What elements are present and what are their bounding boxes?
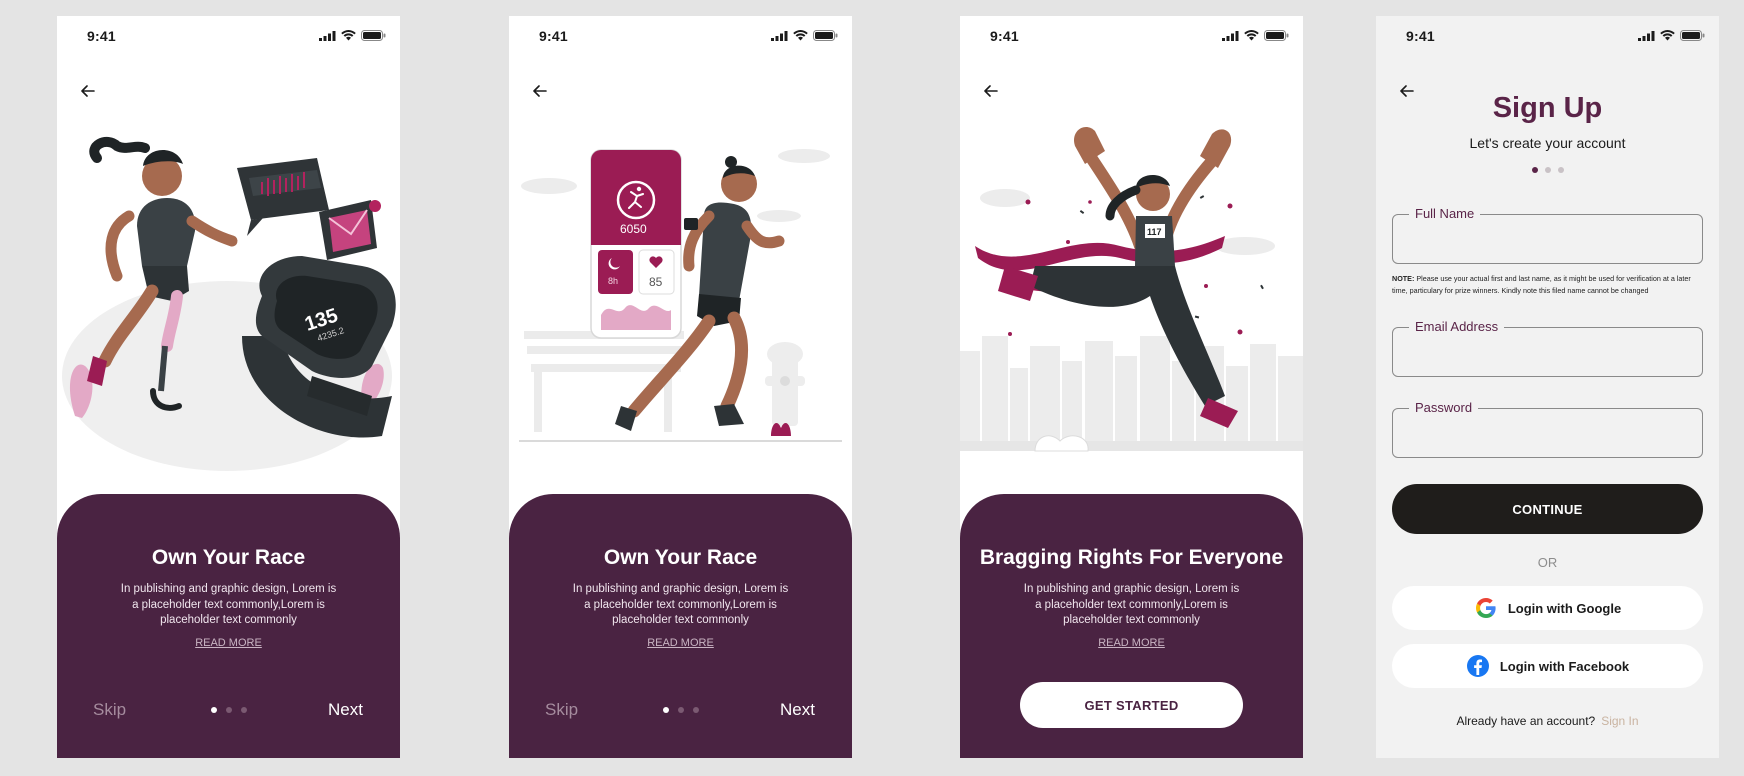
google-icon xyxy=(1475,598,1496,618)
read-more-link[interactable]: READ MORE xyxy=(509,637,852,649)
heart-rate: 85 xyxy=(649,275,663,289)
password-input[interactable] xyxy=(1405,417,1690,449)
onboarding-body: In publishing and graphic design, Lorem … xyxy=(572,583,789,626)
note-label: NOTE: xyxy=(1392,274,1415,283)
status-time: 9:41 xyxy=(87,28,116,44)
signal-icon xyxy=(1222,30,1239,41)
or-divider: OR xyxy=(1537,555,1558,570)
back-button[interactable] xyxy=(980,80,1002,102)
page-dot xyxy=(692,707,699,713)
onboarding-screen-2: 9:41 6050 8h 85 Own Your Race In publish… xyxy=(509,16,852,758)
next-button[interactable]: Next xyxy=(780,700,815,720)
page-indicator xyxy=(662,707,699,713)
info-sheet: Bragging Rights For Everyone In publishi… xyxy=(960,494,1303,758)
facebook-login-label: Login with Facebook xyxy=(1499,658,1630,674)
onboarding-title: Bragging Rights For Everyone xyxy=(979,546,1284,569)
read-more-link[interactable]: READ MORE xyxy=(57,637,400,649)
onboarding-screen-1: 9:41 135 4235.2 Own Your Race In publish… xyxy=(57,16,400,758)
email-field[interactable]: Email Address xyxy=(1392,319,1703,377)
info-sheet: Own Your Race In publishing and graphic … xyxy=(509,494,852,758)
read-more-link[interactable]: READ MORE xyxy=(960,637,1303,649)
race-bib: 117 xyxy=(1147,227,1162,237)
status-time: 9:41 xyxy=(1406,28,1435,44)
note-text: Please use your actual first and last na… xyxy=(1392,274,1691,295)
status-icons xyxy=(319,30,386,41)
back-button[interactable] xyxy=(529,80,551,102)
status-icons xyxy=(1638,30,1705,41)
page-dot xyxy=(210,707,217,713)
step-indicator xyxy=(1531,167,1564,173)
onboarding-title: Own Your Race xyxy=(151,546,306,569)
email-label: Email Address xyxy=(1409,319,1505,334)
page-dot xyxy=(677,707,684,713)
battery-icon xyxy=(813,30,838,41)
battery-icon xyxy=(1680,30,1705,41)
wifi-icon xyxy=(1660,30,1675,41)
finish-line-illustration: 117 xyxy=(960,106,1303,486)
status-icons xyxy=(1222,30,1289,41)
email-input[interactable] xyxy=(1405,336,1690,368)
status-bar: 9:41 xyxy=(509,16,852,56)
page-subtitle: Let's create your account xyxy=(1469,135,1626,151)
get-started-button[interactable]: GET STARTED xyxy=(1020,682,1243,728)
continue-button[interactable]: CONTINUE xyxy=(1392,484,1703,534)
step-dot xyxy=(1544,167,1551,173)
password-label: Password xyxy=(1409,400,1479,415)
page-dot xyxy=(662,707,669,713)
arrow-left-icon xyxy=(533,85,547,97)
status-bar: 9:41 xyxy=(960,16,1303,56)
full-name-label: Full Name xyxy=(1409,206,1481,221)
steps-count: 6050 xyxy=(620,222,647,236)
status-time: 9:41 xyxy=(539,28,568,44)
google-login-label: Login with Google xyxy=(1507,600,1622,616)
account-prompt: Already have an account? xyxy=(1456,714,1596,728)
arrow-left-icon xyxy=(81,85,95,97)
status-time: 9:41 xyxy=(990,28,1019,44)
account-prompt-row: Already have an account? Sign In xyxy=(1376,714,1719,728)
next-button[interactable]: Next xyxy=(328,700,363,720)
sleep-hours: 8h xyxy=(608,276,618,286)
runner-watch-illustration: 135 4235.2 xyxy=(57,106,400,486)
battery-icon xyxy=(361,30,386,41)
step-dot xyxy=(1557,167,1564,173)
battery-icon xyxy=(1264,30,1289,41)
status-bar: 9:41 xyxy=(1376,16,1719,56)
name-note: NOTE: Please use your actual first and l… xyxy=(1392,273,1705,297)
skip-button[interactable]: Skip xyxy=(93,700,126,720)
onboarding-body: In publishing and graphic design, Lorem … xyxy=(1023,583,1240,626)
runner-app-illustration: 6050 8h 85 xyxy=(509,106,852,486)
full-name-input[interactable] xyxy=(1405,223,1690,255)
skip-button[interactable]: Skip xyxy=(545,700,578,720)
page-dot xyxy=(225,707,232,713)
arrow-left-icon xyxy=(984,85,998,97)
facebook-login-button[interactable]: Login with Facebook xyxy=(1392,644,1703,688)
sign-in-link[interactable]: Sign In xyxy=(1601,714,1638,728)
info-sheet: Own Your Race In publishing and graphic … xyxy=(57,494,400,758)
signup-screen: 9:41 Sign Up Let's create your account F… xyxy=(1376,16,1719,758)
signal-icon xyxy=(1638,30,1655,41)
page-title: Sign Up xyxy=(1492,92,1603,124)
page-indicator xyxy=(210,707,247,713)
status-icons xyxy=(771,30,838,41)
onboarding-body: In publishing and graphic design, Lorem … xyxy=(120,583,337,626)
step-dot xyxy=(1531,167,1538,173)
password-field[interactable]: Password xyxy=(1392,400,1703,458)
page-dot xyxy=(240,707,247,713)
status-bar: 9:41 xyxy=(57,16,400,56)
back-button[interactable] xyxy=(77,80,99,102)
wifi-icon xyxy=(341,30,356,41)
wifi-icon xyxy=(793,30,808,41)
onboarding-screen-3: 9:41 117 Bragging Rights For Everyone In… xyxy=(960,16,1303,758)
google-login-button[interactable]: Login with Google xyxy=(1392,586,1703,630)
facebook-icon xyxy=(1466,655,1489,677)
onboarding-title: Own Your Race xyxy=(603,546,758,569)
signal-icon xyxy=(771,30,788,41)
wifi-icon xyxy=(1244,30,1259,41)
full-name-field[interactable]: Full Name xyxy=(1392,206,1703,264)
signal-icon xyxy=(319,30,336,41)
